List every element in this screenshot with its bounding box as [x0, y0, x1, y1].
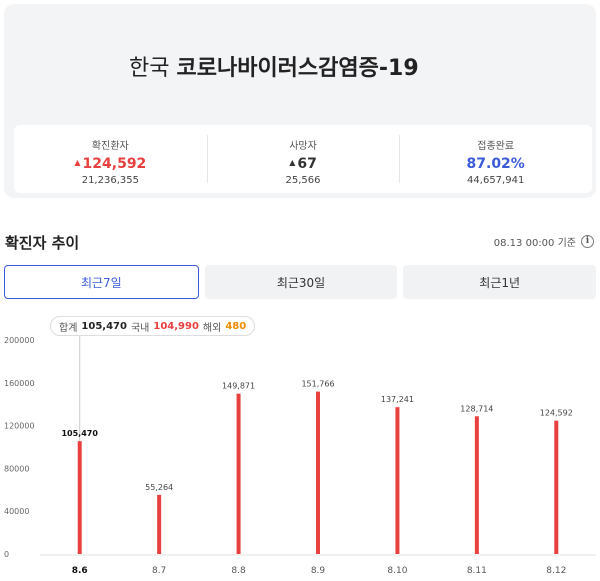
chart-bar [554, 420, 559, 554]
tooltip-domestic-value: 104,990 [153, 320, 199, 332]
stat-number: 124,592 [82, 156, 147, 172]
chart-bar [395, 407, 400, 554]
bar-value-label: 151,766 [301, 380, 334, 389]
bar-value-label: 105,470 [61, 429, 98, 438]
bar-value-label: 149,871 [222, 382, 255, 391]
chart-tooltip: 합계 105,470 국내 104,990 해외 480 [50, 316, 256, 336]
stat-number: 67 [297, 156, 317, 172]
chart-bar [77, 441, 82, 554]
bar-value-label: 55,264 [145, 483, 173, 492]
section-title: 확진자 추이 [5, 234, 80, 252]
period-tabs: 최근7일 최근30일 최근1년 [4, 265, 597, 299]
stat-deaths: 사망자 ▲ 67 25,566 [206, 125, 400, 193]
stat-value: ▲ 67 [207, 156, 400, 174]
stats-panel: 확진환자 ▲ 124,592 21,236,355 사망자 ▲ 67 25,566 … [14, 125, 592, 193]
stat-total: 25,566 [285, 175, 321, 186]
x-tick-label: 8.7 [152, 566, 166, 576]
tooltip-total-value: 105,470 [81, 320, 127, 332]
update-time-text: 08.13 00:00 기준 [493, 238, 576, 249]
bar-value-label: 137,241 [381, 395, 414, 404]
stat-total: 21,236,355 [81, 175, 139, 186]
up-arrow-icon: ▲ [74, 158, 81, 167]
tab-recent-7-days[interactable]: 최근7일 [4, 265, 199, 299]
stat-number: 87.02% [466, 156, 525, 172]
tooltip-overseas-label: 해외 [202, 322, 222, 334]
y-tick-label: 120000 [4, 422, 35, 431]
tooltip-domestic-label: 국내 [130, 322, 150, 334]
confirmed-cases-chart: 0 40000 80000 120000 160000 200000 105,470 8.6 5… [4, 333, 596, 576]
stat-total: 44,657,941 [467, 175, 525, 186]
x-tick-label: 8.9 [311, 566, 326, 576]
chart-bar [316, 391, 320, 554]
tooltip-total-label: 합계 [59, 322, 78, 334]
stat-value: 87.02% [399, 156, 592, 174]
page-title: 한국 코로나바이러스감염증-19 [129, 50, 419, 82]
stat-value: ▲ 124,592 [14, 156, 207, 174]
x-tick-label: 8.8 [231, 566, 246, 576]
stat-label: 사망자 [289, 141, 317, 152]
tab-recent-30-days[interactable]: 최근30일 [204, 265, 398, 299]
y-tick-label: 160000 [4, 379, 35, 388]
chart-bar [157, 494, 162, 554]
y-tick-label: 80000 [4, 464, 29, 473]
info-icon[interactable]: i [581, 235, 594, 248]
summary-card: 한국 코로나바이러스감염증-19 확진환자 ▲ 124,592 21,236,35… [4, 4, 596, 198]
up-arrow-icon: ▲ [289, 158, 296, 167]
tooltip-overseas-value: 480 [225, 320, 247, 332]
x-tick-label: 8.6 [72, 566, 88, 576]
chart-bar [474, 416, 479, 554]
bar-value-label: 124,592 [540, 409, 573, 418]
update-time: 08.13 00:00 기준 i [494, 234, 594, 249]
x-tick-label: 8.11 [467, 566, 487, 576]
bar-value-label: 128,714 [460, 404, 493, 413]
stat-confirmed: 확진환자 ▲ 124,592 21,236,355 [14, 125, 207, 193]
x-tick-label: 8.10 [387, 566, 407, 576]
title-disease: 코로나바이러스감염증-19 [176, 56, 419, 81]
stat-label: 접종완료 [477, 141, 515, 152]
stat-label: 확진환자 [91, 141, 129, 152]
stat-vaccinated: 접종완료 87.02% 44,657,941 [399, 125, 592, 193]
y-tick-label: 40000 [4, 507, 29, 516]
x-tick-label: 8.12 [546, 566, 566, 576]
y-tick-label: 200000 [4, 336, 35, 345]
chart-bar [236, 393, 241, 554]
y-tick-label: 0 [4, 550, 9, 559]
tab-recent-1-year[interactable]: 최근1년 [403, 265, 597, 299]
title-country: 한국 [129, 56, 170, 81]
